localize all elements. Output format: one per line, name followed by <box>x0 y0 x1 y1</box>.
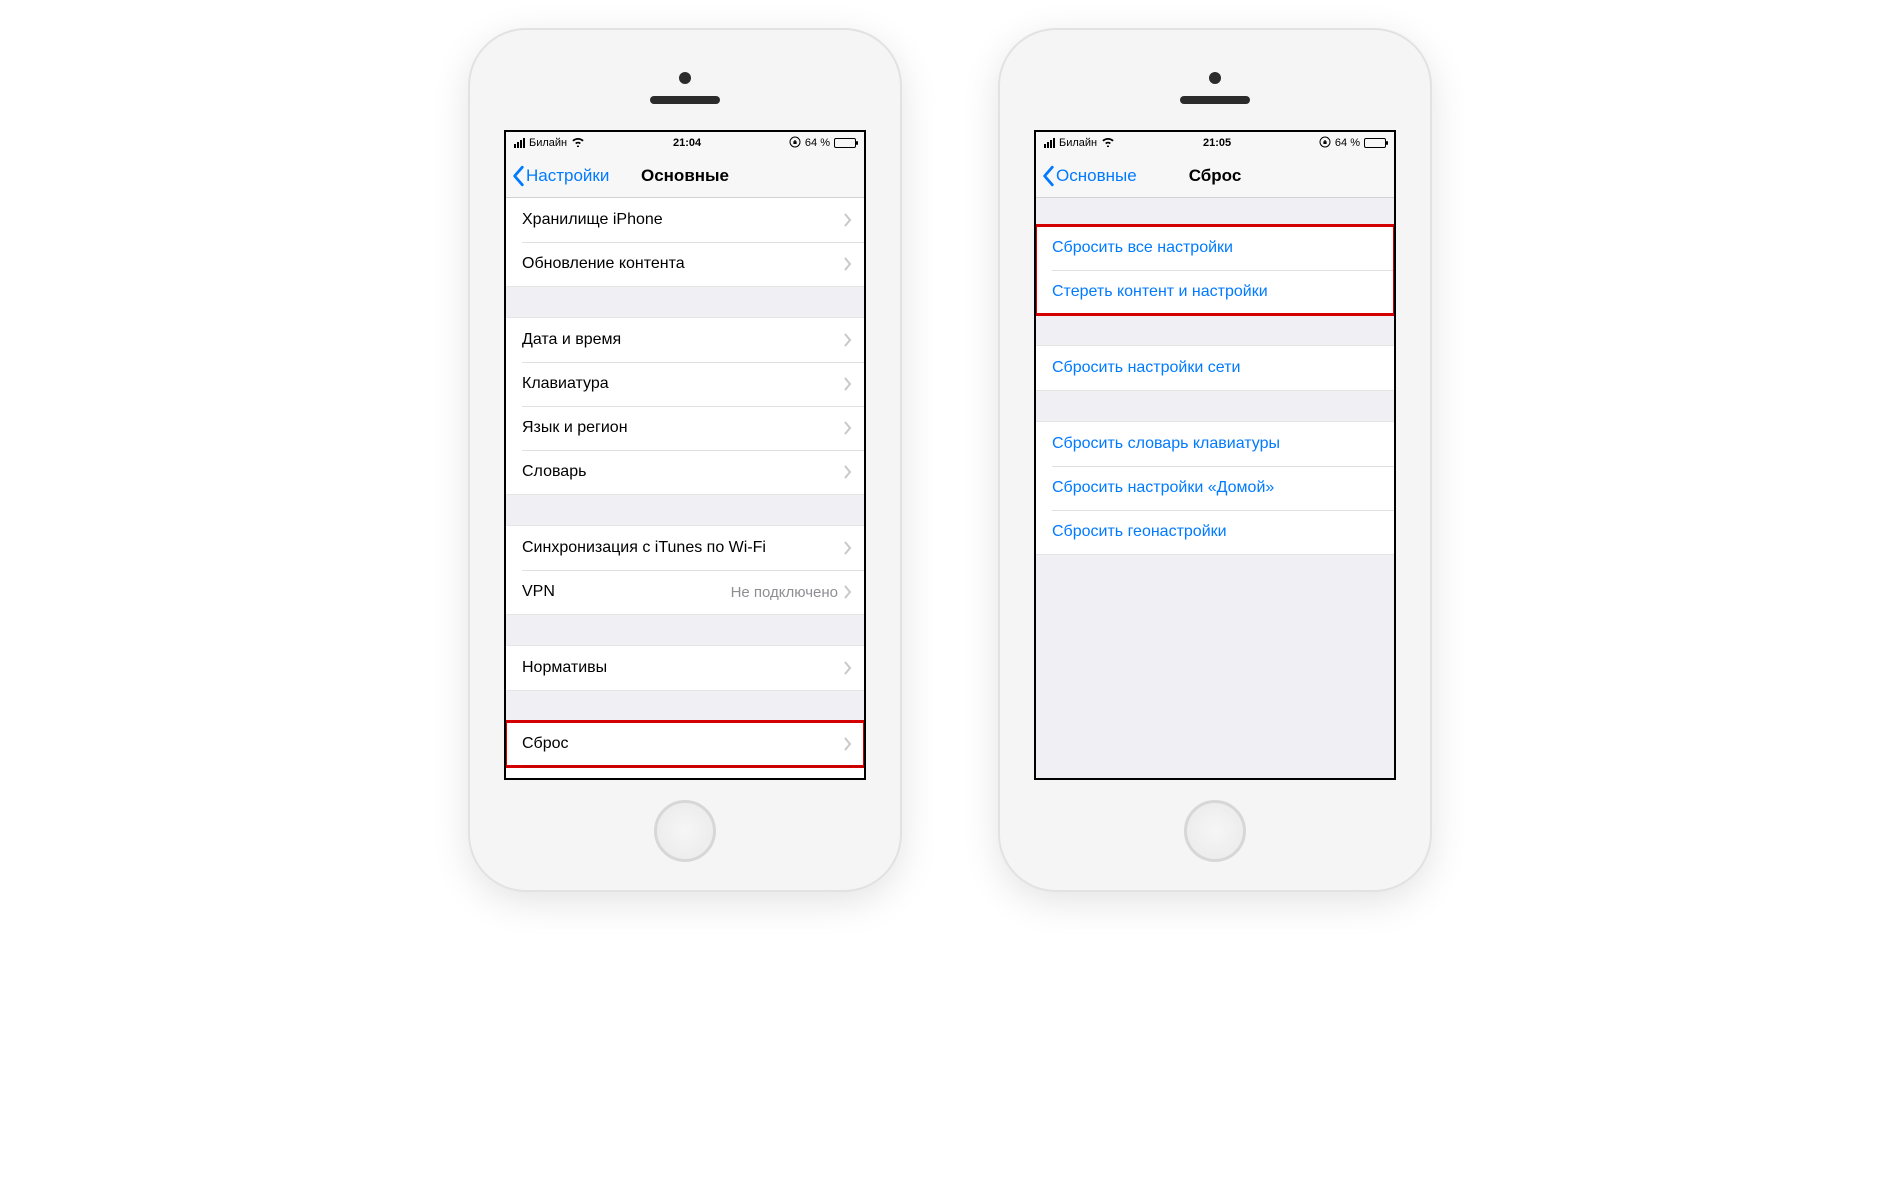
chevron-right-icon <box>844 661 852 675</box>
row-label: Язык и регион <box>522 419 844 437</box>
status-time: 21:04 <box>673 137 701 149</box>
chevron-left-icon <box>512 165 526 187</box>
chevron-right-icon <box>844 541 852 555</box>
row-background-refresh[interactable]: Обновление контента <box>506 242 864 286</box>
chevron-right-icon <box>844 737 852 751</box>
back-button[interactable]: Основные <box>1042 154 1137 197</box>
row-vpn[interactable]: VPN Не подключено <box>506 570 864 614</box>
row-reset-location[interactable]: Сбросить геонастройки <box>1036 510 1394 554</box>
home-button[interactable] <box>1184 800 1246 862</box>
signal-icon <box>1044 138 1055 148</box>
nav-title: Основные <box>641 166 729 186</box>
camera-dot <box>1209 72 1221 84</box>
back-label: Основные <box>1056 166 1137 186</box>
battery-icon <box>1364 138 1386 148</box>
row-label: Дата и время <box>522 331 844 349</box>
row-label: Словарь <box>522 463 844 481</box>
row-reset-all-settings[interactable]: Сбросить все настройки <box>1036 226 1394 270</box>
row-dictionary[interactable]: Словарь <box>506 450 864 494</box>
nav-bar: Настройки Основные <box>506 154 864 198</box>
row-language-region[interactable]: Язык и регион <box>506 406 864 450</box>
chevron-right-icon <box>844 585 852 599</box>
row-regulatory[interactable]: Нормативы <box>506 646 864 690</box>
status-time: 21:05 <box>1203 137 1231 149</box>
home-button[interactable] <box>654 800 716 862</box>
row-label: Сбросить настройки «Домой» <box>1052 479 1382 497</box>
row-label: Клавиатура <box>522 375 844 393</box>
back-label: Настройки <box>526 166 609 186</box>
row-itunes-wifi-sync[interactable]: Синхронизация с iTunes по Wi-Fi <box>506 526 864 570</box>
battery-percent: 64 % <box>805 137 830 149</box>
battery-icon <box>834 138 856 148</box>
row-label: Сброс <box>522 735 844 753</box>
chevron-right-icon <box>844 213 852 227</box>
row-label: VPN <box>522 583 731 601</box>
row-keyboard[interactable]: Клавиатура <box>506 362 864 406</box>
row-label: Хранилище iPhone <box>522 211 844 229</box>
carrier-label: Билайн <box>529 137 567 149</box>
row-shutdown[interactable]: Выключить <box>506 766 864 778</box>
orientation-lock-icon <box>789 136 801 151</box>
chevron-left-icon <box>1042 165 1056 187</box>
wifi-icon <box>1101 136 1115 150</box>
screen-left: Билайн 21:04 64 % Настройки Основные <box>504 130 866 780</box>
carrier-label: Билайн <box>1059 137 1097 149</box>
row-label: Сбросить геонастройки <box>1052 523 1382 541</box>
row-label: Нормативы <box>522 659 844 677</box>
reset-list: Сбросить все настройки Стереть контент и… <box>1036 198 1394 778</box>
row-date-time[interactable]: Дата и время <box>506 318 864 362</box>
status-bar: Билайн 21:04 64 % <box>506 132 864 154</box>
chevron-right-icon <box>844 465 852 479</box>
chevron-right-icon <box>844 257 852 271</box>
orientation-lock-icon <box>1319 136 1331 151</box>
chevron-right-icon <box>844 377 852 391</box>
camera-dot <box>679 72 691 84</box>
earpiece-speaker <box>650 96 720 104</box>
row-iphone-storage[interactable]: Хранилище iPhone <box>506 198 864 242</box>
row-detail: Не подключено <box>731 584 838 601</box>
back-button[interactable]: Настройки <box>512 154 609 197</box>
nav-bar: Основные Сброс <box>1036 154 1394 198</box>
row-reset-network[interactable]: Сбросить настройки сети <box>1036 346 1394 390</box>
chevron-right-icon <box>844 333 852 347</box>
row-label: Сбросить все настройки <box>1052 239 1382 257</box>
phone-frame-right: Билайн 21:05 64 % Основные Сброс <box>1000 30 1430 890</box>
row-erase-all-content[interactable]: Стереть контент и настройки <box>1036 270 1394 314</box>
row-label: Сбросить словарь клавиатуры <box>1052 435 1382 453</box>
row-label: Стереть контент и настройки <box>1052 283 1382 301</box>
screen-right: Билайн 21:05 64 % Основные Сброс <box>1034 130 1396 780</box>
row-label: Синхронизация с iTunes по Wi-Fi <box>522 539 844 557</box>
earpiece-speaker <box>1180 96 1250 104</box>
wifi-icon <box>571 136 585 150</box>
row-reset[interactable]: Сброс <box>506 722 864 766</box>
signal-icon <box>514 138 525 148</box>
nav-title: Сброс <box>1189 166 1242 186</box>
phone-frame-left: Билайн 21:04 64 % Настройки Основные <box>470 30 900 890</box>
row-reset-home-layout[interactable]: Сбросить настройки «Домой» <box>1036 466 1394 510</box>
battery-percent: 64 % <box>1335 137 1360 149</box>
row-reset-keyboard-dictionary[interactable]: Сбросить словарь клавиатуры <box>1036 422 1394 466</box>
chevron-right-icon <box>844 421 852 435</box>
settings-list: Хранилище iPhone Обновление контента Дат… <box>506 198 864 778</box>
row-label: Обновление контента <box>522 255 844 273</box>
row-label: Сбросить настройки сети <box>1052 359 1382 377</box>
status-bar: Билайн 21:05 64 % <box>1036 132 1394 154</box>
